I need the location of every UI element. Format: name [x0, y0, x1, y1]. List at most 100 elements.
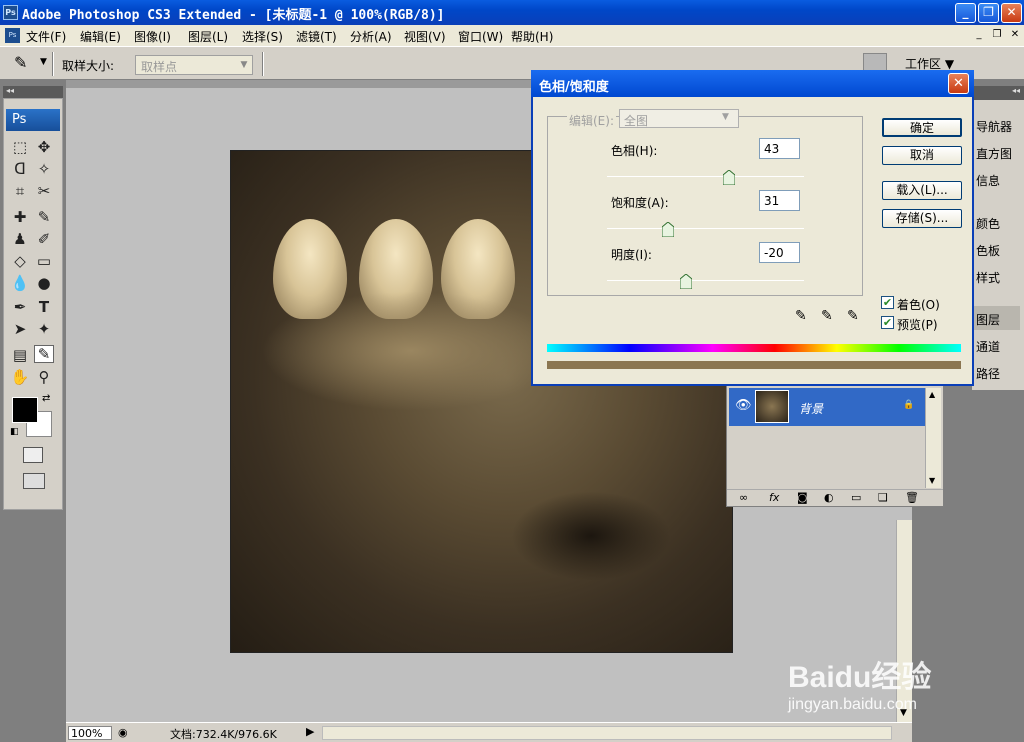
mdi-close-button[interactable]: ✕ — [1008, 29, 1022, 42]
adjustment-layer-icon[interactable]: ◐ — [824, 491, 834, 504]
scroll-up-icon[interactable]: ▲ — [929, 390, 935, 399]
menu-select[interactable]: 选择(S) — [242, 28, 283, 45]
pen-tool-icon[interactable]: ✒ — [10, 299, 30, 315]
eraser-tool-icon[interactable]: ◇ — [10, 253, 30, 269]
zoom-level[interactable]: 100% — [68, 726, 112, 740]
lightness-input[interactable]: -20 — [759, 242, 800, 263]
horizontal-scrollbar[interactable] — [322, 726, 892, 740]
saturation-slider-track[interactable] — [607, 228, 804, 229]
panel-channels[interactable]: 通道 — [976, 338, 1000, 355]
close-button[interactable]: ✕ — [1001, 3, 1022, 23]
lasso-tool-icon[interactable]: ᗡ — [10, 161, 30, 177]
link-layers-icon[interactable]: ∞ — [739, 491, 748, 504]
dialog-close-button[interactable]: ✕ — [948, 73, 969, 94]
colorize-label[interactable]: 着色(O) — [897, 296, 940, 313]
saturation-slider-thumb[interactable] — [661, 221, 675, 238]
menu-image[interactable]: 图像(I) — [134, 28, 171, 45]
mdi-restore-button[interactable]: ❐ — [990, 29, 1004, 42]
swap-colors-icon[interactable]: ⇄ — [42, 393, 50, 404]
saturation-input[interactable]: 31 — [759, 190, 800, 211]
eyedropper-plus-icon[interactable]: ✎ — [821, 308, 833, 324]
magic-wand-tool-icon[interactable]: ✧ — [34, 161, 54, 177]
edit-select[interactable]: 全图 ▼ — [619, 109, 739, 128]
notes-tool-icon[interactable]: ▤ — [10, 347, 30, 363]
layer-name[interactable]: 背景 — [799, 400, 823, 417]
layer-style-icon[interactable]: fx — [769, 491, 779, 504]
preview-checkbox[interactable]: ✔ — [881, 316, 894, 329]
default-colors-icon[interactable]: ◧ — [10, 427, 19, 437]
crop-tool-icon[interactable]: ⌗ — [10, 183, 30, 199]
dialog-title-bar[interactable]: 色相/饱和度 ✕ — [531, 70, 974, 97]
restore-button[interactable]: ❐ — [978, 3, 999, 23]
scroll-down-icon[interactable]: ▼ — [929, 476, 935, 485]
panel-dock-header[interactable]: ◂◂ — [972, 86, 1024, 100]
history-brush-tool-icon[interactable]: ✐ — [34, 231, 54, 247]
lightness-slider-track[interactable] — [607, 280, 804, 281]
move-tool-icon[interactable]: ✥ — [34, 139, 54, 155]
foreground-color-swatch-top[interactable] — [12, 397, 38, 423]
hue-input[interactable]: 43 — [759, 138, 800, 159]
delete-layer-icon[interactable]: 🗑 — [905, 491, 919, 504]
status-arrow-icon[interactable]: ▶ — [306, 725, 314, 738]
colorize-checkbox[interactable]: ✔ — [881, 296, 894, 309]
eyedropper-tool-icon[interactable]: ✎ — [14, 53, 27, 72]
panel-styles[interactable]: 样式 — [976, 269, 1000, 286]
lightness-slider-thumb[interactable] — [679, 273, 693, 290]
preview-label[interactable]: 预览(P) — [897, 316, 938, 333]
eyedropper-minus-icon[interactable]: ✎ — [847, 308, 859, 324]
panel-paths[interactable]: 路径 — [976, 365, 1000, 382]
toolbox-header[interactable]: ◂◂ — [3, 86, 63, 98]
document-icon[interactable]: Ps — [5, 28, 20, 43]
zoom-tool-icon[interactable]: ⚲ — [34, 369, 54, 385]
hue-slider-track[interactable] — [607, 176, 804, 177]
eyedropper-tool-icon[interactable]: ✎ — [34, 345, 54, 363]
minimize-button[interactable]: _ — [955, 3, 976, 23]
layer-row-background[interactable]: 👁 背景 🔒 — [729, 388, 925, 426]
status-menu-icon[interactable]: ◉ — [118, 726, 128, 739]
eyedropper-icon[interactable]: ✎ — [795, 308, 807, 324]
menu-file[interactable]: 文件(F) — [26, 28, 66, 45]
menu-layer[interactable]: 图层(L) — [188, 28, 228, 45]
layer-visibility-eye-icon[interactable]: 👁 — [735, 398, 752, 413]
menu-view[interactable]: 视图(V) — [404, 28, 446, 45]
menu-help[interactable]: 帮助(H) — [511, 28, 553, 45]
menu-analysis[interactable]: 分析(A) — [350, 28, 392, 45]
photoshop-logo[interactable]: Ps — [6, 109, 60, 131]
screen-mode-icon[interactable] — [23, 473, 45, 489]
panel-info[interactable]: 信息 — [976, 172, 1000, 189]
slice-tool-icon[interactable]: ✂ — [34, 183, 54, 199]
new-group-icon[interactable]: ▭ — [851, 491, 861, 504]
panel-navigator[interactable]: 导航器 — [976, 118, 1012, 135]
menu-edit[interactable]: 编辑(E) — [80, 28, 121, 45]
clone-stamp-tool-icon[interactable]: ♟ — [10, 231, 30, 247]
ok-button[interactable]: 确定 — [882, 118, 962, 137]
gradient-tool-icon[interactable]: ▭ — [34, 253, 54, 269]
panel-swatches[interactable]: 色板 — [976, 242, 1000, 259]
quick-mask-icon[interactable] — [23, 447, 43, 463]
healing-brush-tool-icon[interactable]: ✚ — [10, 209, 30, 225]
cancel-button[interactable]: 取消 — [882, 146, 962, 165]
load-button[interactable]: 载入(L)... — [882, 181, 962, 200]
hand-tool-icon[interactable]: ✋ — [10, 369, 30, 385]
save-button[interactable]: 存储(S)... — [882, 209, 962, 228]
sample-size-select[interactable]: 取样点 ▼ — [135, 55, 253, 75]
panel-layers[interactable]: 图层 — [976, 311, 1000, 328]
layers-scrollbar[interactable]: ▲ ▼ — [925, 388, 941, 488]
watermark-url: jingyan.baidu.com — [788, 696, 917, 713]
panel-histogram[interactable]: 直方图 — [976, 145, 1012, 162]
hue-slider-thumb[interactable] — [722, 169, 736, 186]
mdi-minimize-button[interactable]: _ — [972, 29, 986, 42]
layer-mask-icon[interactable]: ◙ — [797, 491, 808, 504]
menu-window[interactable]: 窗口(W) — [458, 28, 503, 45]
marquee-tool-icon[interactable]: ⬚ — [10, 139, 30, 155]
menu-filter[interactable]: 滤镜(T) — [296, 28, 337, 45]
new-layer-icon[interactable]: ❑ — [878, 491, 888, 504]
shape-tool-icon[interactable]: ✦ — [34, 321, 54, 337]
type-tool-icon[interactable]: T — [34, 299, 54, 315]
tool-preset-dropdown-icon[interactable]: ▼ — [40, 57, 47, 67]
panel-color[interactable]: 颜色 — [976, 215, 1000, 232]
path-selection-tool-icon[interactable]: ➤ — [10, 321, 30, 337]
blur-tool-icon[interactable]: 💧 — [10, 275, 30, 291]
dodge-tool-icon[interactable]: ● — [34, 275, 54, 291]
brush-tool-icon[interactable]: ✎ — [34, 209, 54, 225]
